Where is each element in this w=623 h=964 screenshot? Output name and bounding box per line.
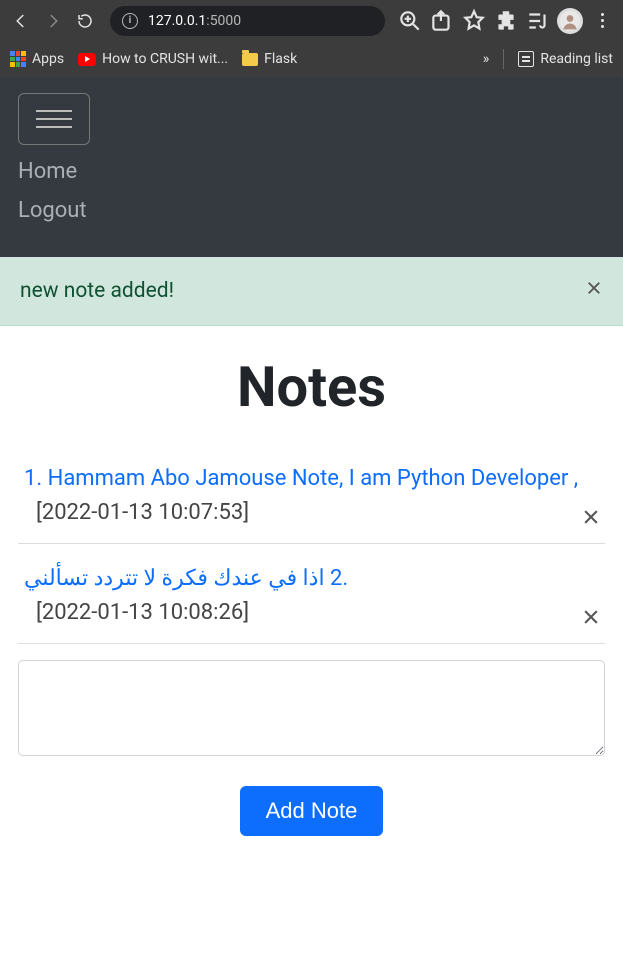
url-path: :5000 (206, 13, 241, 29)
profile-avatar[interactable] (557, 8, 583, 34)
note-text: Hammam Abo Jamouse Note, I am Python Dev… (48, 466, 579, 491)
back-button[interactable] (8, 8, 34, 34)
nav-toggler-button[interactable] (18, 93, 90, 145)
reading-list-label: Reading list (540, 51, 613, 67)
note-delete-button[interactable] (581, 607, 601, 631)
url-host: 127.0.0.1 (148, 13, 206, 29)
bookmark-overflow[interactable]: » (483, 51, 490, 67)
address-bar[interactable]: i 127.0.0.1:5000 (110, 6, 385, 36)
note-delete-button[interactable] (581, 507, 601, 531)
note-timestamp: [2022-01-13 10:07:53] (36, 500, 599, 525)
folder-icon (242, 53, 258, 66)
bookmark-flask-label: Flask (264, 51, 297, 67)
bookmarks-bar: Apps How to CRUSH wit... Flask » Reading… (0, 41, 623, 77)
extensions-icon[interactable] (493, 8, 519, 34)
note-index: 1. (24, 466, 42, 491)
divider (503, 49, 504, 69)
apps-icon (10, 51, 26, 67)
bookmark-apps-label: Apps (32, 51, 64, 67)
forward-button[interactable] (40, 8, 66, 34)
reading-list-icon (518, 51, 534, 67)
reload-button[interactable] (72, 8, 98, 34)
menu-button[interactable] (589, 8, 615, 34)
bookmark-youtube[interactable]: How to CRUSH wit... (78, 51, 228, 67)
youtube-icon (78, 53, 96, 66)
bookmark-star-icon[interactable] (461, 8, 487, 34)
note-text: اذا في عندك فكرة لا تتردد تسألني (24, 566, 325, 591)
note-item: اذا في عندك فكرة لا تتردد تسألني 2. [202… (18, 556, 605, 644)
media-icon[interactable] (525, 8, 551, 34)
page-title: Notes (18, 354, 605, 420)
alert-success: new note added! (0, 257, 623, 326)
nav-link-home[interactable]: Home (18, 159, 605, 184)
note-index: 2. (330, 566, 348, 591)
info-icon: i (122, 13, 138, 29)
nav-link-logout[interactable]: Logout (18, 198, 605, 223)
browser-toolbar: i 127.0.0.1:5000 (0, 0, 623, 41)
note-link[interactable]: اذا في عندك فكرة لا تتردد تسألني 2. (24, 562, 599, 596)
bookmark-apps[interactable]: Apps (10, 51, 64, 67)
zoom-icon[interactable] (397, 8, 423, 34)
note-link[interactable]: 1. Hammam Abo Jamouse Note, I am Python … (24, 462, 599, 496)
site-navbar: Home Logout (0, 77, 623, 257)
note-timestamp: [2022-01-13 10:08:26] (36, 600, 599, 625)
toolbar-right-icons (397, 8, 615, 34)
note-textarea[interactable] (18, 660, 605, 756)
alert-message: new note added! (20, 279, 174, 303)
alert-close-button[interactable] (585, 279, 603, 303)
main-content: Notes 1. Hammam Abo Jamouse Note, I am P… (0, 354, 623, 854)
bookmark-flask[interactable]: Flask (242, 51, 297, 67)
bookmark-youtube-label: How to CRUSH wit... (102, 51, 228, 67)
note-item: 1. Hammam Abo Jamouse Note, I am Python … (18, 456, 605, 544)
reading-list-button[interactable]: Reading list (518, 51, 613, 67)
share-icon[interactable] (429, 8, 455, 34)
add-note-button[interactable]: Add Note (240, 786, 384, 836)
